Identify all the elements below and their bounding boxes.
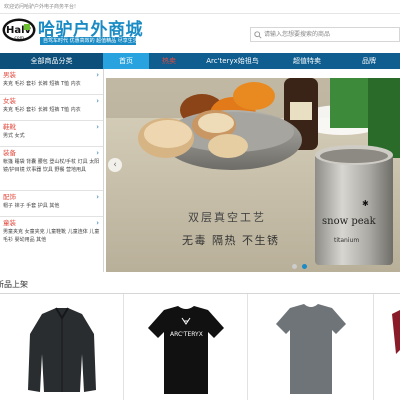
header: Halv .com 哈驴户外商城 自驾车时代 优惠高效的 超值精品 尽享生活	[0, 14, 400, 48]
logo-slogan: 自驾车时代 优惠高效的 超值精品 尽享生活	[40, 37, 136, 45]
new-arrivals-grid: ARC'TERYX	[0, 294, 400, 400]
category-links[interactable]: 男式 女式	[3, 132, 100, 140]
category-men[interactable]: 男装 › 夹克 毛衫 套衫 长裤 短裤 T恤 内衣	[0, 69, 103, 95]
hero-banner[interactable]: ✱ snow peak titanium 双层真空工艺 无毒 隔热 不生锈 ‹	[106, 78, 400, 272]
category-accessories[interactable]: 配饰 › 帽子 袜子 手套 护具 其他	[0, 191, 103, 217]
category-gear[interactable]: 装备 › 帐篷 睡袋 背囊 腰包 登山杖/手杖 灯具 太阳镜/护目镜 炊事器 饮…	[0, 147, 103, 191]
category-kids[interactable]: 童装 › 男童夹克 女童夹克 儿童鞋靴 儿童连体 儿童毛衫 婴幼用品 其他	[0, 217, 103, 257]
welcome-text: 欢迎访问哈驴户外电子商务平台!	[4, 4, 77, 10]
chevron-right-icon: ›	[96, 149, 99, 157]
chevron-right-icon: ›	[96, 219, 99, 227]
new-arrivals-title: 新品上架	[0, 280, 28, 289]
product-card-partial[interactable]	[374, 294, 400, 400]
chevron-right-icon: ›	[96, 193, 99, 201]
logo-badge-icon[interactable]: Halv .com	[2, 18, 36, 42]
product-image-jacket[interactable]	[0, 294, 124, 400]
chevron-right-icon: ›	[96, 97, 99, 105]
product-image-grey-tee[interactable]	[248, 294, 374, 400]
nav-item-brand[interactable]: 品牌	[338, 53, 400, 69]
top-bar: 欢迎访问哈驴户外电子商务平台!	[0, 0, 400, 14]
product-logo-text: ARC'TERYX	[170, 331, 203, 338]
nav-item-arcteryx[interactable]: Arc'teryx始祖鸟	[189, 53, 276, 69]
banner-caption-secondary: 无毒 隔热 不生锈	[182, 234, 280, 247]
product-image-partial[interactable]	[374, 294, 400, 400]
category-links[interactable]: 帽子 袜子 手套 护具 其他	[3, 202, 100, 210]
category-title[interactable]: 配饰	[3, 193, 100, 202]
category-title[interactable]: 鞋靴	[3, 123, 100, 132]
carousel-dot[interactable]	[292, 264, 297, 269]
nav-item-special-sale[interactable]: 超值特卖	[276, 53, 338, 69]
category-shoes[interactable]: 鞋靴 › 男式 女式	[0, 121, 103, 147]
product-card-arcteryx-tee[interactable]: ARC'TERYX	[124, 294, 248, 400]
product-image-arcteryx-tee[interactable]: ARC'TERYX	[124, 294, 248, 400]
svg-text:✱: ✱	[362, 199, 369, 208]
search-input[interactable]	[264, 28, 394, 41]
nav-item-home[interactable]: 首页	[103, 53, 149, 69]
category-title[interactable]: 装备	[3, 149, 100, 158]
main-nav: 全部商品分类 首页 热卖 Arc'teryx始祖鸟 超值特卖 品牌	[0, 53, 400, 69]
category-links[interactable]: 男童夹克 女童夹克 儿童鞋靴 儿童连体 儿童毛衫 婴幼用品 其他	[3, 228, 100, 244]
category-links[interactable]: 夹克 毛衫 套衫 长裤 短裤 T恤 内衣	[3, 106, 100, 114]
banner-caption-primary: 双层真空工艺	[188, 211, 266, 224]
category-sidebar: 男装 › 夹克 毛衫 套衫 长裤 短裤 T恤 内衣 女装 › 夹克 毛衫 套衫 …	[0, 69, 104, 272]
category-title[interactable]: 女装	[3, 97, 100, 106]
all-categories-button[interactable]: 全部商品分类	[0, 53, 103, 69]
logo-badge-sub: .com	[13, 36, 24, 41]
product-card-grey-tee[interactable]	[248, 294, 374, 400]
category-title[interactable]: 童装	[3, 219, 100, 228]
carousel-indicators	[292, 264, 307, 269]
chevron-right-icon: ›	[96, 71, 99, 79]
category-title[interactable]: 男装	[3, 71, 100, 80]
search-box[interactable]	[250, 27, 400, 42]
category-links[interactable]: 夹克 毛衫 套衫 长裤 短裤 T恤 内衣	[3, 80, 100, 88]
category-links[interactable]: 帐篷 睡袋 背囊 腰包 登山杖/手杖 灯具 太阳镜/护目镜 炊事器 饮具 野餐 …	[3, 158, 100, 174]
category-women[interactable]: 女装 › 夹克 毛衫 套衫 长裤 短裤 T恤 内衣	[0, 95, 103, 121]
carousel-dot-active[interactable]	[302, 264, 307, 269]
chevron-right-icon: ›	[96, 123, 99, 131]
nav-item-hot[interactable]: 热卖	[149, 53, 189, 69]
carousel-prev-button[interactable]: ‹	[108, 158, 122, 172]
product-card-jacket[interactable]	[0, 294, 124, 400]
cup-material: titanium	[334, 237, 359, 244]
cup-brand: snow peak	[322, 216, 377, 227]
search-icon[interactable]	[254, 31, 262, 39]
